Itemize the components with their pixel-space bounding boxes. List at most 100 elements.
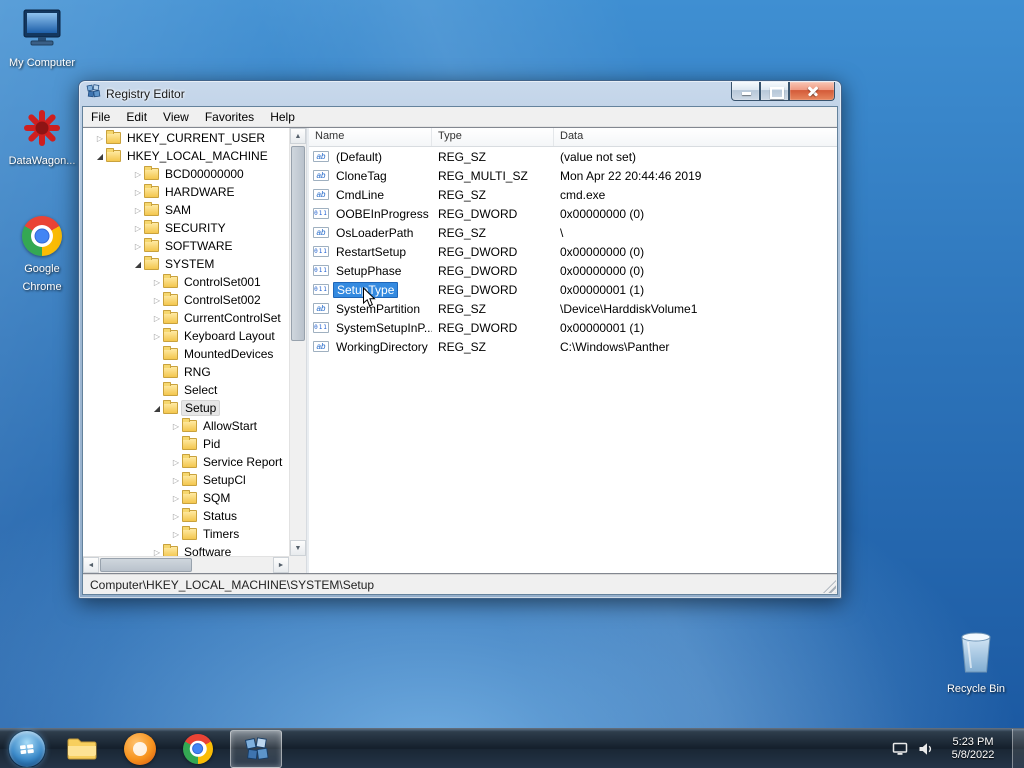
expand-arrow-icon[interactable]: ▷: [132, 188, 144, 197]
tree-item[interactable]: ◢ SYSTEM: [83, 255, 289, 273]
tree-item[interactable]: ▷ SECURITY: [83, 219, 289, 237]
expand-arrow-icon[interactable]: ▷: [132, 206, 144, 215]
tree-item[interactable]: ▷ Keyboard Layout: [83, 327, 289, 345]
taskbar-registry-editor-button[interactable]: [230, 729, 282, 768]
registry-value-row[interactable]: 011 SystemSetupInP... REG_DWORD 0x00000001 …: [309, 318, 837, 337]
tree-item[interactable]: ▷ HARDWARE: [83, 183, 289, 201]
tree-item-label[interactable]: CurrentControlSet: [181, 311, 284, 325]
scroll-down-arrow-icon[interactable]: ▼: [290, 540, 306, 556]
tree-item[interactable]: ▷ CurrentControlSet: [83, 309, 289, 327]
tree-item-label[interactable]: Pid: [200, 437, 223, 451]
tree-item-label[interactable]: Status: [200, 509, 240, 523]
value-name[interactable]: CmdLine: [333, 188, 387, 202]
tree-item[interactable]: ▷ Service Report: [83, 453, 289, 471]
tree-vertical-scrollbar[interactable]: ▲ ▼: [289, 128, 306, 556]
resize-grip[interactable]: [823, 580, 836, 593]
value-name[interactable]: SetupPhase: [333, 264, 404, 278]
registry-value-row[interactable]: ab CmdLine REG_SZ cmd.exe: [309, 185, 837, 204]
value-name[interactable]: SystemPartition: [333, 302, 423, 316]
tree-item[interactable]: ▷ SetupCl: [83, 471, 289, 489]
tree-item-label[interactable]: SQM: [200, 491, 233, 505]
desktop-icon-datawagon[interactable]: DataWagon...: [6, 104, 78, 169]
tree-item-label[interactable]: Service Report: [200, 455, 285, 469]
scroll-left-arrow-icon[interactable]: ◄: [83, 557, 99, 573]
expand-arrow-icon[interactable]: ▷: [151, 548, 163, 557]
tree-item-label[interactable]: ControlSet002: [181, 293, 264, 307]
desktop-icon-google-chrome[interactable]: Google Chrome: [6, 212, 78, 295]
tree-item-label[interactable]: AllowStart: [200, 419, 260, 433]
taskbar-chrome-button[interactable]: [172, 730, 224, 768]
expand-arrow-icon[interactable]: ▷: [170, 422, 182, 431]
menu-help[interactable]: Help: [262, 108, 303, 126]
vertical-scrollbar-thumb[interactable]: [291, 146, 305, 341]
collapse-arrow-icon[interactable]: ◢: [132, 260, 144, 269]
expand-arrow-icon[interactable]: ▷: [151, 278, 163, 287]
value-name[interactable]: WorkingDirectory: [333, 340, 431, 354]
tree-horizontal-scrollbar[interactable]: ◄ ►: [83, 556, 289, 573]
tree-item[interactable]: ▷ HKEY_CURRENT_USER: [83, 129, 289, 147]
tree-item-label[interactable]: Software: [181, 545, 234, 556]
show-desktop-button[interactable]: [1012, 729, 1024, 768]
taskbar-explorer-button[interactable]: [56, 730, 108, 768]
window-titlebar[interactable]: Registry Editor: [79, 81, 841, 106]
menu-file[interactable]: File: [83, 108, 118, 126]
expand-arrow-icon[interactable]: ▷: [132, 170, 144, 179]
collapse-arrow-icon[interactable]: ◢: [94, 152, 106, 161]
registry-value-row[interactable]: ab (Default) REG_SZ (value not set): [309, 147, 837, 166]
registry-value-row[interactable]: ab OsLoaderPath REG_SZ \: [309, 223, 837, 242]
column-header-data[interactable]: Data: [554, 128, 837, 146]
tree-item[interactable]: ▷ BCD00000000: [83, 165, 289, 183]
tree-item[interactable]: ▷ AllowStart: [83, 417, 289, 435]
scroll-up-arrow-icon[interactable]: ▲: [290, 128, 306, 144]
expand-arrow-icon[interactable]: ▷: [170, 512, 182, 521]
horizontal-scrollbar-thumb[interactable]: [100, 558, 192, 572]
tree-item-label[interactable]: HKEY_LOCAL_MACHINE: [124, 149, 271, 163]
tree-item-label[interactable]: SAM: [162, 203, 194, 217]
collapse-arrow-icon[interactable]: ◢: [151, 404, 163, 413]
tree-item[interactable]: ◢ HKEY_LOCAL_MACHINE: [83, 147, 289, 165]
start-button[interactable]: [8, 729, 46, 768]
desktop-icon-recycle-bin[interactable]: Recycle Bin: [940, 626, 1012, 697]
taskbar-orange-app-button[interactable]: [114, 730, 166, 768]
tree-item[interactable]: ▷ Timers: [83, 525, 289, 543]
expand-arrow-icon[interactable]: ▷: [151, 314, 163, 323]
value-name[interactable]: SetupType: [333, 281, 399, 298]
tree-item-label[interactable]: SECURITY: [162, 221, 229, 235]
tree-item[interactable]: ▷ SQM: [83, 489, 289, 507]
tree-item[interactable]: ▷ SOFTWARE: [83, 237, 289, 255]
tree-item[interactable]: ▷ ControlSet002: [83, 291, 289, 309]
tree-item-label[interactable]: MountedDevices: [181, 347, 276, 361]
tree-item[interactable]: ▷ Software: [83, 543, 289, 556]
tree-item[interactable]: ▷ ControlSet001: [83, 273, 289, 291]
expand-arrow-icon[interactable]: ▷: [170, 530, 182, 539]
tree-item-label[interactable]: ControlSet001: [181, 275, 264, 289]
value-name[interactable]: RestartSetup: [333, 245, 409, 259]
menu-favorites[interactable]: Favorites: [197, 108, 262, 126]
menu-edit[interactable]: Edit: [118, 108, 155, 126]
network-icon[interactable]: [892, 742, 908, 756]
expand-arrow-icon[interactable]: ▷: [151, 332, 163, 341]
scroll-right-arrow-icon[interactable]: ►: [273, 557, 289, 573]
tree-item-label[interactable]: SetupCl: [200, 473, 249, 487]
tree-item-label[interactable]: Setup: [181, 400, 221, 416]
tree-item[interactable]: MountedDevices: [83, 345, 289, 363]
tree-item-label[interactable]: BCD00000000: [162, 167, 247, 181]
tree-item-label[interactable]: Timers: [200, 527, 242, 541]
value-name[interactable]: OOBEInProgress: [333, 207, 432, 221]
maximize-button[interactable]: [760, 82, 789, 101]
expand-arrow-icon[interactable]: ▷: [151, 296, 163, 305]
tree-item-label[interactable]: Select: [181, 383, 220, 397]
registry-value-row[interactable]: ab WorkingDirectory REG_SZ C:\Windows\Panth…: [309, 337, 837, 356]
registry-value-row[interactable]: 011 SetupPhase REG_DWORD 0x00000000 (0): [309, 261, 837, 280]
minimize-button[interactable]: [731, 82, 760, 101]
tree-item[interactable]: Pid: [83, 435, 289, 453]
tree-item[interactable]: ▷ SAM: [83, 201, 289, 219]
menu-view[interactable]: View: [155, 108, 197, 126]
value-name[interactable]: (Default): [333, 150, 385, 164]
column-header-name[interactable]: Name: [309, 128, 432, 146]
expand-arrow-icon[interactable]: ▷: [132, 224, 144, 233]
tree-item-label[interactable]: SOFTWARE: [162, 239, 236, 253]
taskbar-clock[interactable]: 5:23 PM 5/8/2022: [944, 736, 1002, 762]
registry-value-row[interactable]: 011 OOBEInProgress REG_DWORD 0x00000000 (0): [309, 204, 837, 223]
expand-arrow-icon[interactable]: ▷: [170, 476, 182, 485]
